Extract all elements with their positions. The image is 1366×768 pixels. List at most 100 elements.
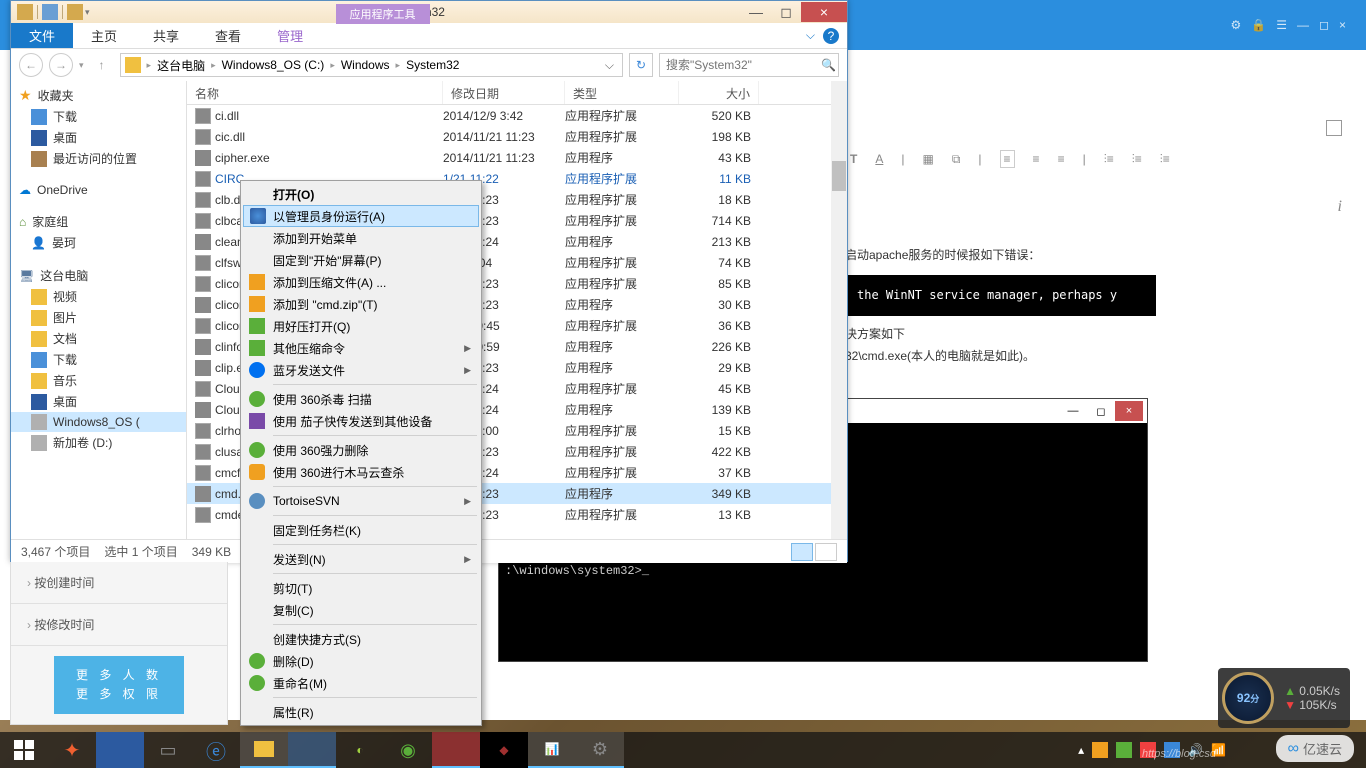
breadcrumb-seg[interactable]: 这台电脑 [153,57,209,74]
taskbar-360[interactable]: ◉ [384,732,432,768]
menu-item[interactable]: TortoiseSVN▶ [243,490,479,512]
nav-user[interactable]: 👤晏珂 [11,232,186,253]
menu-item[interactable]: 发送到(N)▶ [243,548,479,570]
list-icon[interactable]: ⫶≡ [1104,152,1114,167]
scrollbar[interactable] [831,81,847,539]
nav-favorites[interactable]: ★收藏夹 [11,85,186,106]
nav-downloads[interactable]: 下载 [11,106,186,127]
menu-item[interactable]: 添加到 "cmd.zip"(T) [243,293,479,315]
taskbar-app[interactable] [96,732,144,768]
gear-icon[interactable]: ⚙ [1231,18,1242,32]
menu-item[interactable]: 使用 茄子快传发送到其他设备 [243,410,479,432]
breadcrumb-seg[interactable]: System32 [402,58,463,72]
nav-pane[interactable]: ★收藏夹 下载 桌面 最近访问的位置 ☁OneDrive ⌂家庭组 👤晏珂 🖥这… [11,81,187,539]
up-button[interactable]: ↑ [90,53,114,77]
context-menu[interactable]: 打开(O)以管理员身份运行(A)添加到开始菜单固定到"开始"屏幕(P)添加到压缩… [240,180,482,726]
chevron-right-icon[interactable]: ▸ [330,60,335,71]
image-icon[interactable]: ⧉ [952,152,961,167]
properties-icon[interactable] [42,4,58,20]
file-row[interactable]: cipher.exe 2014/11/21 11:23 应用程序 43 KB [187,147,847,168]
chevron-right-icon[interactable]: ▸ [211,60,216,71]
nav-pictures[interactable]: 图片 [11,307,186,328]
search-icon[interactable]: 🔍 [821,58,836,72]
breadcrumb-dropdown-icon[interactable]: ⌵ [601,58,618,73]
menu-item[interactable]: 属性(R) [243,701,479,723]
lock-icon[interactable]: 🔒 [1251,18,1266,32]
menu-item[interactable]: 蓝牙发送文件▶ [243,359,479,381]
view-details-button[interactable] [791,543,813,561]
view-icons-button[interactable] [815,543,837,561]
contextual-tab[interactable]: 应用程序工具 [336,4,430,24]
tab-file[interactable]: 文件 [11,23,73,48]
taskbar-ie[interactable]: ⓔ [192,732,240,768]
maximize-button[interactable]: ◻ [771,2,801,22]
column-size[interactable]: 大小 [679,81,759,104]
indent-icon[interactable]: ⫶≡ [1132,152,1142,167]
tray-expand-icon[interactable]: ▴ [1078,743,1084,757]
more-button[interactable]: 更 多 人 数 更 多 权 限 [54,656,184,714]
help-icon[interactable]: ? [823,28,839,44]
menu-item[interactable]: 固定到"开始"屏幕(P) [243,249,479,271]
table-icon[interactable]: ▦ [922,152,933,166]
chevron-right-icon[interactable]: ▸ [396,60,401,71]
taskbar-app[interactable]: ◆ [480,732,528,768]
nav-disk-d[interactable]: 新加卷 (D:) [11,432,186,453]
netspeed-widget[interactable]: 92分 0.05K/s 105K/s [1218,668,1350,728]
menu-item[interactable]: 用好压打开(Q) [243,315,479,337]
column-name[interactable]: 名称 [187,81,443,104]
nav-this-pc[interactable]: 🖥这台电脑 [11,265,186,286]
maximize-button[interactable]: ◻ [1087,401,1115,421]
menu-item[interactable]: 以管理员身份运行(A) [243,205,479,227]
font-color-icon[interactable]: A [875,152,883,166]
back-button[interactable]: ← [19,53,43,77]
breadcrumb-seg[interactable]: Windows [337,58,394,72]
nav-os-disk[interactable]: Windows8_OS ( [11,412,186,432]
nav-homegroup[interactable]: ⌂家庭组 [11,211,186,232]
tab-share[interactable]: 共享 [135,23,197,48]
editor-toolbar[interactable]: T A | ▦ ⧉ | ≡ ≡ ≡ | ⫶≡ ⫶≡ ⫶≡ [850,150,1170,168]
menu-item[interactable]: 其他压缩命令▶ [243,337,479,359]
minimize-button[interactable]: — [1297,18,1309,32]
taskbar-app[interactable]: ◐ [336,732,384,768]
search-box[interactable]: 🔍 [659,53,839,77]
maximize-button[interactable]: ◻ [1319,18,1329,32]
folder-icon[interactable] [17,4,33,20]
tray-icon[interactable] [1092,742,1108,758]
editor-maximize-icon[interactable] [1326,120,1342,136]
filter-by-create-time[interactable]: 按创建时间 [11,562,227,604]
taskbar-app[interactable]: ⚙ [576,732,624,768]
explorer-titlebar[interactable]: ▾ 应用程序工具 System32 — ◻ × [11,1,847,23]
taskbar-app[interactable]: ✦ [48,732,96,768]
breadcrumb-seg[interactable]: Windows8_OS (C:) [218,58,329,72]
taskbar-app[interactable] [288,732,336,768]
new-folder-icon[interactable] [67,4,83,20]
text-icon[interactable]: T [850,152,857,166]
menu-item[interactable]: 删除(D) [243,650,479,672]
column-date[interactable]: 修改日期 [443,81,565,104]
file-row[interactable]: cic.dll 2014/11/21 11:23 应用程序扩展 198 KB [187,126,847,147]
menu-item[interactable]: 复制(C) [243,599,479,621]
taskbar-app[interactable]: 📊 [528,732,576,768]
search-input[interactable] [666,58,821,72]
file-row[interactable]: ci.dll 2014/12/9 3:42 应用程序扩展 520 KB [187,105,847,126]
align-center-icon[interactable]: ≡ [1033,152,1040,166]
tab-manage[interactable]: 管理 [259,23,321,48]
tray-icon[interactable] [1116,742,1132,758]
menu-item[interactable]: 使用 360强力删除 [243,439,479,461]
nav-desktop[interactable]: 桌面 [11,127,186,148]
taskbar-explorer[interactable] [240,732,288,768]
refresh-button[interactable]: ↻ [629,53,653,77]
menu-item[interactable]: 重命名(M) [243,672,479,694]
nav-onedrive[interactable]: ☁OneDrive [11,181,186,199]
info-icon[interactable]: i [1338,198,1342,216]
menu-item[interactable]: 打开(O) [243,183,479,205]
tab-home[interactable]: 主页 [73,23,135,48]
nav-recent[interactable]: 最近访问的位置 [11,148,186,169]
forward-button[interactable]: → [49,53,73,77]
align-right-icon[interactable]: ≡ [1058,152,1065,166]
history-dropdown-icon[interactable]: ▾ [79,60,84,71]
menu-item[interactable]: 剪切(T) [243,577,479,599]
nav-documents[interactable]: 文档 [11,328,186,349]
ribbon-expand-icon[interactable]: ⌵ [806,28,815,43]
menu-item[interactable]: 创建快捷方式(S) [243,628,479,650]
